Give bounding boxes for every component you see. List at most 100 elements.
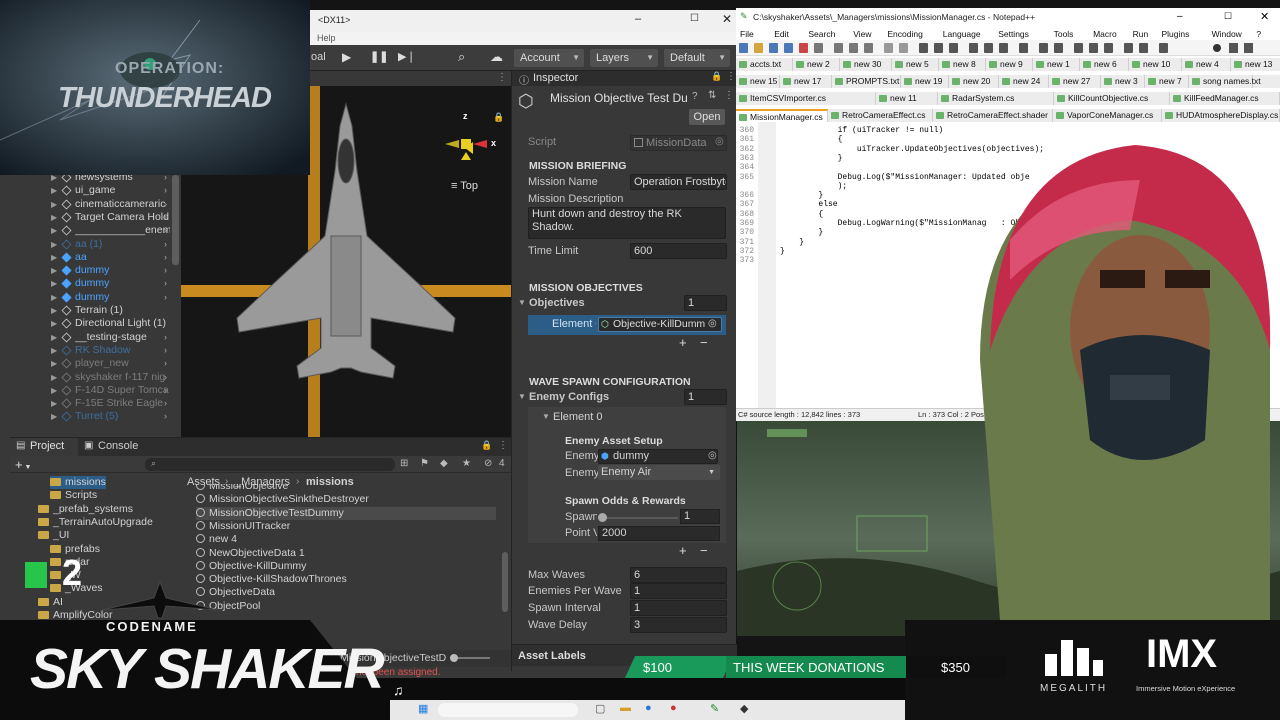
notepad-file-tab[interactable]: new 27 — [1049, 75, 1101, 88]
notepad-file-tab[interactable]: new 4 — [1182, 58, 1231, 71]
enemy-configs-count-field[interactable]: 1 — [684, 389, 727, 405]
project-file[interactable]: Objective-KillDummy — [196, 560, 496, 573]
project-folder[interactable]: Scripts — [50, 489, 97, 502]
code-line[interactable]: { — [780, 135, 843, 144]
time-limit-field[interactable]: 600 — [630, 243, 727, 259]
hierarchy-item[interactable]: ▶ dummy › — [0, 264, 181, 277]
notepad-file-tab[interactable]: new 3 — [1101, 75, 1145, 88]
tab-console[interactable]: ▣ Console — [80, 438, 148, 456]
project-file[interactable]: ObjectPool — [196, 600, 496, 613]
pause-icon[interactable]: ❚❚ — [370, 50, 388, 63]
cloud-icon[interactable]: ☁ — [490, 49, 503, 65]
chevron-right-icon[interactable]: › — [164, 291, 167, 304]
config-element-label[interactable]: Element 0 — [553, 411, 603, 423]
notepad-file-tab[interactable]: new 17 — [780, 75, 832, 88]
notepad-menu-item[interactable]: Tools — [1054, 29, 1074, 39]
notepad-menu-item[interactable]: File — [740, 29, 754, 39]
notepad-file-tab[interactable]: new 13 — [1231, 58, 1280, 71]
close-icon[interactable]: ✕ — [722, 12, 732, 26]
notepad-file-tab[interactable]: new 24 — [999, 75, 1049, 88]
project-menu-icon[interactable]: ⋮ — [498, 440, 508, 451]
notepad-file-tab[interactable]: RadarSystem.cs — [938, 92, 1054, 105]
notepad-file-tab[interactable]: new 1 — [1033, 58, 1080, 71]
filter-label-icon[interactable]: ⚑ — [420, 458, 429, 469]
project-folder[interactable]: missions — [50, 476, 106, 490]
notepad-file-tab[interactable]: KillFeedManager.cs — [1170, 92, 1280, 105]
hierarchy-item[interactable]: ▶ aa › — [0, 251, 181, 264]
notepad-file-tab[interactable]: song names.txt — [1189, 75, 1261, 88]
notepad-toolbar-icons[interactable] — [739, 42, 1269, 54]
config-fold-icon[interactable]: ▼ — [542, 412, 550, 421]
notepad-file-tab[interactable]: new 30 — [840, 58, 892, 71]
notepad-menu-item[interactable]: Plugins — [1162, 29, 1190, 39]
filter-type-icon[interactable]: ⊞ — [400, 458, 408, 469]
notepad-file-tab[interactable]: ItemCSVImporter.cs — [736, 92, 876, 105]
spawn-slider-handle[interactable] — [598, 513, 607, 522]
notepad-menu-item[interactable]: Window — [1212, 29, 1242, 39]
enemy-configs-fold-icon[interactable]: ▼ — [518, 392, 526, 401]
fold-arrow-icon[interactable]: ▶ — [51, 211, 57, 224]
script-picker-icon[interactable]: ◎ — [715, 136, 724, 147]
code-line[interactable]: ); — [780, 182, 848, 191]
notepad-file-tab[interactable]: new 11 — [876, 92, 938, 105]
hierarchy-item[interactable]: ▶ Target Camera Hold › — [0, 211, 181, 224]
chevron-right-icon[interactable]: › — [164, 198, 167, 211]
code-line[interactable]: { — [780, 210, 823, 219]
notepad-file-tab[interactable]: new 19 — [901, 75, 949, 88]
notepad-file-tab[interactable]: new 10 — [1129, 58, 1182, 71]
notepad-file-tab[interactable]: accts.txt — [736, 58, 793, 71]
toolbar-tab-fragment[interactable]: oal — [311, 51, 326, 63]
notepad-file-tab[interactable]: new 5 — [892, 58, 939, 71]
objective-element-row[interactable]: Element 0 ⬡ Objective-KillDumm ◎ — [528, 315, 726, 335]
layers-dropdown[interactable]: Layers ▼ — [590, 49, 658, 67]
taskbar-notepad-icon[interactable]: ✎ — [710, 702, 719, 715]
search-icon[interactable]: ⌕ — [458, 49, 465, 65]
chevron-right-icon[interactable]: › — [164, 357, 167, 370]
notepad-file-tab[interactable]: MissionManager.cs — [736, 109, 828, 122]
chevron-right-icon[interactable]: › — [164, 184, 167, 197]
code-line[interactable]: } — [780, 191, 823, 200]
help-icon[interactable]: ? — [692, 91, 698, 102]
code-line[interactable]: if (uiTracker != null) — [780, 126, 944, 135]
account-dropdown[interactable]: Account ▼ — [514, 49, 584, 67]
project-file[interactable]: NewObjectiveData 1 — [196, 547, 496, 560]
notepad-menu-item[interactable]: Run — [1133, 29, 1149, 39]
hierarchy-item[interactable]: ▶ RK Shadow › — [0, 344, 181, 357]
fold-arrow-icon[interactable]: ▶ — [51, 264, 57, 277]
prefab-picker-icon[interactable]: ◎ — [708, 450, 717, 461]
objective-picker-icon[interactable]: ◎ — [708, 318, 717, 329]
step-icon[interactable]: ▶❘ — [398, 50, 416, 63]
project-file[interactable]: MissionObjectiveTestDummy — [196, 506, 496, 520]
file-list-scrollbar[interactable] — [502, 552, 508, 612]
hierarchy-item[interactable]: ▶ Directional Light (1) — [0, 317, 181, 330]
notepad-menu-item[interactable]: View — [853, 29, 871, 39]
notepad-file-tab[interactable]: new 6 — [1080, 58, 1129, 71]
fold-arrow-icon[interactable]: ▶ — [51, 224, 57, 237]
notepad-file-tab[interactable]: new 7 — [1145, 75, 1189, 88]
hierarchy-item[interactable]: ▶ dummy › — [0, 277, 181, 290]
star-icon[interactable]: ★ — [462, 458, 471, 469]
project-search-input[interactable]: ⌕ — [145, 458, 395, 471]
notepad-minimize-icon[interactable]: – — [1177, 11, 1183, 22]
hierarchy-item[interactable]: ▶ Turret (5) › — [0, 410, 181, 423]
notepad-menu-item[interactable]: Edit — [774, 29, 789, 39]
open-button[interactable]: Open — [689, 109, 725, 125]
maximize-icon[interactable]: ☐ — [690, 13, 699, 24]
fold-arrow-icon[interactable]: ▶ — [51, 384, 57, 397]
enemies-per-wave-field[interactable]: 1 — [630, 583, 727, 599]
tab-inspector[interactable]: Inspector — [533, 72, 578, 84]
project-file[interactable]: new 4 — [196, 533, 496, 546]
taskbar-search[interactable] — [438, 703, 578, 717]
notepad-menu-item[interactable]: Language — [943, 29, 981, 39]
chevron-right-icon[interactable]: › — [164, 277, 167, 290]
fold-arrow-icon[interactable]: ▶ — [51, 357, 57, 370]
hierarchy-item[interactable]: ▶ aa (1) › — [0, 238, 181, 251]
fold-arrow-icon[interactable]: ▶ — [51, 184, 57, 197]
notepad-file-tab[interactable]: PROMPTS.txt — [832, 75, 901, 88]
project-file[interactable]: MissionObjective — [196, 484, 496, 493]
mission-name-field[interactable]: Operation Frostbyte — [630, 174, 727, 190]
minimize-icon[interactable]: – — [635, 13, 641, 25]
orientation-label[interactable]: ≡ Top — [451, 180, 478, 192]
fold-arrow-icon[interactable]: ▶ — [51, 304, 57, 317]
play-icon[interactable]: ▶ — [342, 50, 351, 64]
